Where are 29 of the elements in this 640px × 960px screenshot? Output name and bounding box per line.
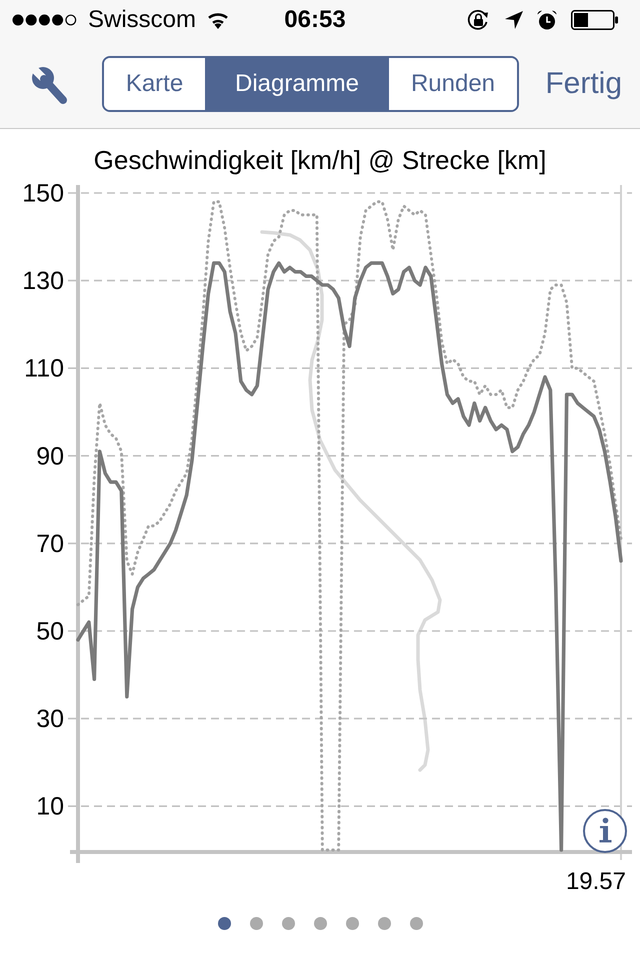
status-time: 06:53 bbox=[284, 6, 346, 34]
segment-tab[interactable]: Diagramme bbox=[205, 58, 387, 110]
page-dot[interactable] bbox=[314, 917, 326, 930]
location-arrow-icon bbox=[505, 11, 523, 29]
y-tick-label: 90 bbox=[36, 442, 64, 470]
y-tick-label: 130 bbox=[22, 267, 64, 296]
rotation-lock-icon bbox=[467, 9, 491, 31]
info-icon[interactable] bbox=[583, 809, 627, 853]
carrier-name: Swisscom bbox=[88, 6, 196, 34]
y-tick-label: 50 bbox=[36, 618, 64, 646]
segment-tab[interactable]: Runden bbox=[387, 58, 517, 110]
page-dot[interactable] bbox=[378, 917, 390, 930]
page-dot[interactable] bbox=[218, 917, 230, 930]
page-dot[interactable] bbox=[250, 917, 262, 930]
alarm-clock-icon bbox=[537, 10, 557, 30]
page-dot[interactable] bbox=[346, 917, 358, 930]
y-tick-label: 110 bbox=[24, 354, 64, 383]
chart-title: Geschwindigkeit [km/h] @ Strecke [km] bbox=[94, 145, 546, 175]
battery-icon bbox=[571, 10, 618, 30]
wifi-icon bbox=[206, 11, 230, 29]
x-end-label: 19.57 bbox=[566, 868, 626, 895]
page-dot[interactable] bbox=[282, 917, 294, 930]
y-tick-label: 150 bbox=[22, 180, 64, 208]
y-tick-label: 10 bbox=[36, 792, 64, 821]
signal-icon bbox=[12, 14, 78, 26]
y-tick-label: 70 bbox=[36, 530, 64, 558]
y-tick-label: 30 bbox=[36, 705, 64, 734]
page-dot[interactable] bbox=[410, 917, 422, 930]
done-button[interactable]: Fertig bbox=[545, 66, 622, 102]
